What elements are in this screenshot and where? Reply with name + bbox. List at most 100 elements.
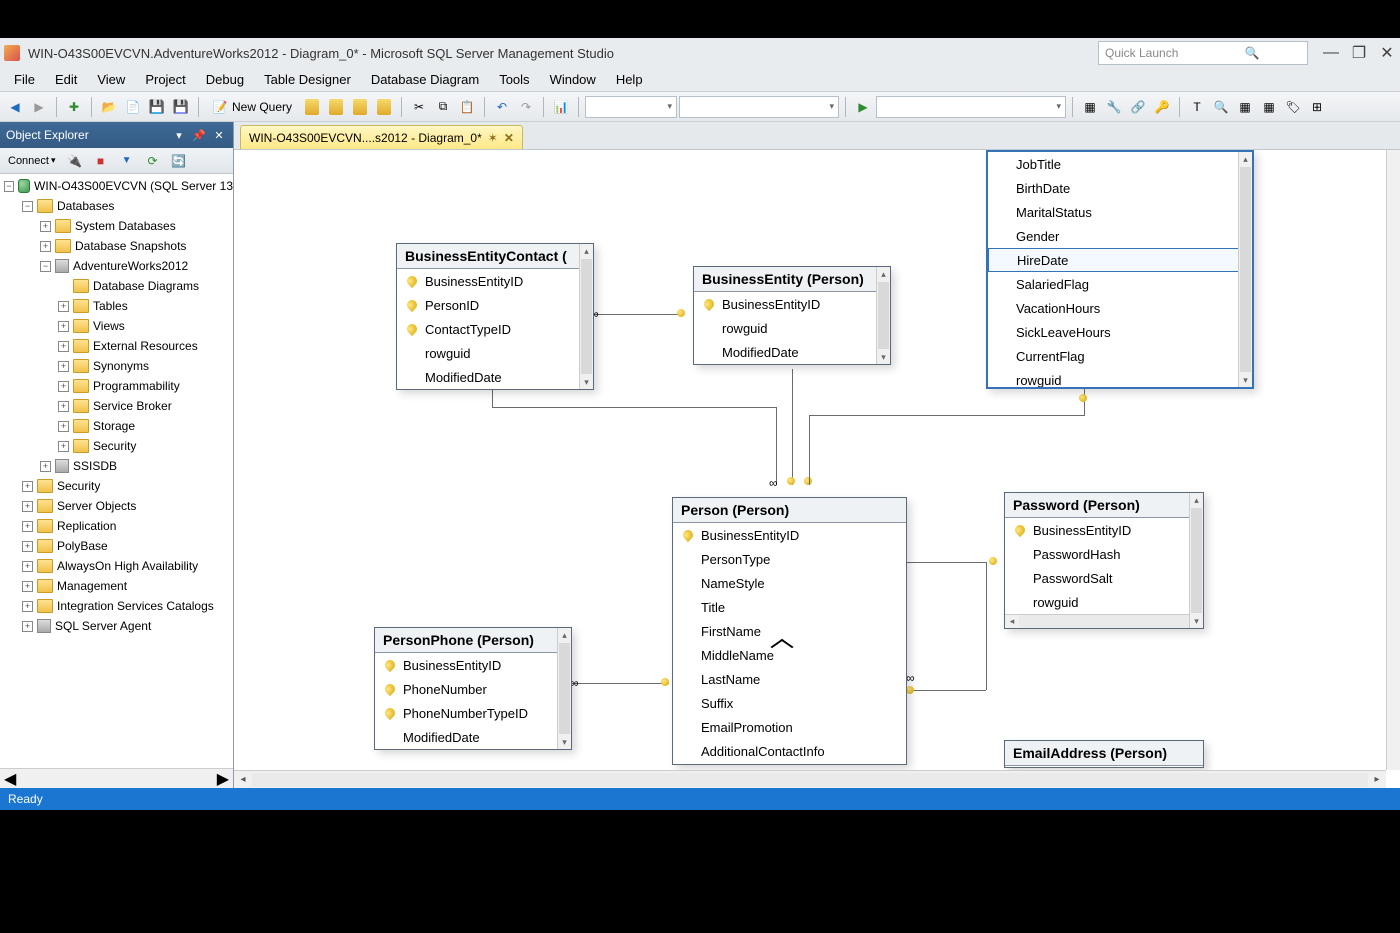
table-column-row[interactable]: ModifiedDate xyxy=(375,725,571,749)
tree-adventureworks[interactable]: −AdventureWorks2012 xyxy=(0,256,233,276)
tree-security[interactable]: +Security xyxy=(0,476,233,496)
object-explorer-tree[interactable]: −WIN-O43S00EVCVN (SQL Server 13 −Databas… xyxy=(0,174,233,768)
menu-project[interactable]: Project xyxy=(135,72,195,87)
refresh-button[interactable] xyxy=(142,150,164,172)
table-businessentitycontact[interactable]: BusinessEntityContact ( BusinessEntityID… xyxy=(396,243,594,390)
tree-alwayson[interactable]: +AlwaysOn High Availability xyxy=(0,556,233,576)
table-column-row[interactable]: SalariedFlag xyxy=(988,272,1252,296)
open-button[interactable]: 📂 xyxy=(98,96,120,118)
tree-service-broker[interactable]: +Service Broker xyxy=(0,396,233,416)
table-column-row[interactable]: FirstName xyxy=(673,619,906,643)
tree-synonyms[interactable]: +Synonyms xyxy=(0,356,233,376)
table-column-row[interactable]: BusinessEntityID xyxy=(673,523,906,547)
canvas-vscroll[interactable] xyxy=(1386,150,1400,770)
tree-storage[interactable]: +Storage xyxy=(0,416,233,436)
table-column-row[interactable]: SickLeaveHours xyxy=(988,320,1252,344)
config-combo[interactable]: ▾ xyxy=(679,96,839,118)
mdx-query-button[interactable] xyxy=(349,96,371,118)
tree-databases[interactable]: −Databases xyxy=(0,196,233,216)
table-emailaddress[interactable]: EmailAddress (Person) xyxy=(1004,740,1204,768)
diagram-canvas[interactable]: ∞ ∞ ∞ xyxy=(234,150,1400,788)
restore-button[interactable]: ❐ xyxy=(1350,44,1368,62)
tree-ssisdb[interactable]: +SSISDB xyxy=(0,456,233,476)
zoom-button[interactable]: 🔍 xyxy=(1210,96,1232,118)
table-column-row[interactable]: VacationHours xyxy=(988,296,1252,320)
tree-security-db[interactable]: +Security xyxy=(0,436,233,456)
table-column-row[interactable]: JobTitle xyxy=(988,152,1252,176)
tree-db-diagrams[interactable]: Database Diagrams xyxy=(0,276,233,296)
tree-agent[interactable]: +SQL Server Agent xyxy=(0,616,233,636)
table-vscroll[interactable]: ▴▾ xyxy=(1189,493,1203,628)
table-column-row[interactable]: NameStyle xyxy=(673,571,906,595)
table-column-row[interactable]: PasswordSalt xyxy=(1005,566,1203,590)
table-personphone[interactable]: PersonPhone (Person) BusinessEntityIDPho… xyxy=(374,627,572,750)
quick-launch-input[interactable]: Quick Launch 🔍 xyxy=(1098,41,1308,65)
new-project-button[interactable] xyxy=(63,96,85,118)
tree-server-node[interactable]: −WIN-O43S00EVCVN (SQL Server 13 xyxy=(0,176,233,196)
close-button[interactable]: ✕ xyxy=(1378,44,1396,62)
activity-button[interactable]: 📊 xyxy=(550,96,572,118)
open-file-button[interactable]: 📄 xyxy=(122,96,144,118)
show-labels-button[interactable]: 🏷 xyxy=(1282,96,1304,118)
table-column-row[interactable]: PhoneNumberTypeID xyxy=(375,701,571,725)
table-column-row[interactable]: PersonID xyxy=(397,293,593,317)
table-employee[interactable]: JobTitleBirthDateMaritalStatusGender▶Hir… xyxy=(986,150,1254,389)
new-query-button[interactable]: 📝 New Query xyxy=(205,96,299,118)
menu-view[interactable]: View xyxy=(87,72,135,87)
menu-help[interactable]: Help xyxy=(606,72,653,87)
tree-server-objects[interactable]: +Server Objects xyxy=(0,496,233,516)
key-button[interactable]: 🔑 xyxy=(1151,96,1173,118)
tree-db-snapshots[interactable]: +Database Snapshots xyxy=(0,236,233,256)
solution-combo[interactable]: ▾ xyxy=(585,96,677,118)
menu-edit[interactable]: Edit xyxy=(45,72,87,87)
table-hscroll[interactable]: ◂▸ xyxy=(1005,614,1203,628)
autosize-button[interactable]: ⊞ xyxy=(1306,96,1328,118)
sync-button[interactable]: 🔄 xyxy=(168,150,190,172)
cut-button[interactable] xyxy=(408,96,430,118)
tree-programmability[interactable]: +Programmability xyxy=(0,376,233,396)
table-column-row[interactable]: ModifiedDate xyxy=(397,365,593,389)
tree-tables[interactable]: +Tables xyxy=(0,296,233,316)
menu-debug[interactable]: Debug xyxy=(196,72,254,87)
table-column-row[interactable]: BusinessEntityID xyxy=(375,653,571,677)
table-column-row[interactable]: Title xyxy=(673,595,906,619)
tab-close-button[interactable]: ✕ xyxy=(504,131,514,145)
panel-pin-button[interactable]: 📌 xyxy=(191,127,207,143)
nav-back-button[interactable] xyxy=(4,96,26,118)
table-column-row[interactable]: ModifiedDate xyxy=(694,340,890,364)
stop-button[interactable] xyxy=(90,150,112,172)
save-button[interactable] xyxy=(146,96,168,118)
tree-system-databases[interactable]: +System Databases xyxy=(0,216,233,236)
panel-dropdown-button[interactable]: ▾ xyxy=(171,127,187,143)
table-vscroll[interactable]: ▴▾ xyxy=(579,244,593,389)
start-button[interactable]: ▶ xyxy=(852,96,874,118)
table-view-button[interactable] xyxy=(1079,96,1101,118)
dmx-query-button[interactable] xyxy=(373,96,395,118)
table-person[interactable]: Person (Person) BusinessEntityIDPersonTy… xyxy=(672,497,907,765)
table-column-row[interactable]: ContactTypeID xyxy=(397,317,593,341)
table-column-row[interactable]: LastName xyxy=(673,667,906,691)
table-column-row[interactable]: rowguid xyxy=(988,368,1252,389)
add-table-button[interactable]: ▦ xyxy=(1234,96,1256,118)
table-column-row[interactable]: EmailPromotion xyxy=(673,715,906,739)
tree-external-resources[interactable]: +External Resources xyxy=(0,336,233,356)
table-column-row[interactable]: PhoneNumber xyxy=(375,677,571,701)
table-column-row[interactable]: CurrentFlag xyxy=(988,344,1252,368)
table-column-row[interactable]: MiddleName xyxy=(673,643,906,667)
table-password[interactable]: Password (Person) BusinessEntityIDPasswo… xyxy=(1004,492,1204,629)
table-column-row[interactable]: rowguid xyxy=(694,316,890,340)
db-engine-query-button[interactable] xyxy=(301,96,323,118)
panel-close-button[interactable]: ✕ xyxy=(211,127,227,143)
menu-tools[interactable]: Tools xyxy=(489,72,539,87)
add-related-button[interactable]: ▦ xyxy=(1258,96,1280,118)
nav-forward-button[interactable] xyxy=(28,96,50,118)
table-column-row[interactable]: Gender xyxy=(988,224,1252,248)
tree-polybase[interactable]: +PolyBase xyxy=(0,536,233,556)
table-vscroll[interactable]: ▴▾ xyxy=(557,628,571,749)
properties-button[interactable] xyxy=(1103,96,1125,118)
table-column-row[interactable]: BusinessEntityID xyxy=(397,269,593,293)
table-column-row[interactable]: PersonType xyxy=(673,547,906,571)
table-column-row[interactable]: MaritalStatus xyxy=(988,200,1252,224)
document-tab-diagram[interactable]: WIN-O43S00EVCVN....s2012 - Diagram_0* ✶ … xyxy=(240,125,523,149)
menu-window[interactable]: Window xyxy=(540,72,606,87)
